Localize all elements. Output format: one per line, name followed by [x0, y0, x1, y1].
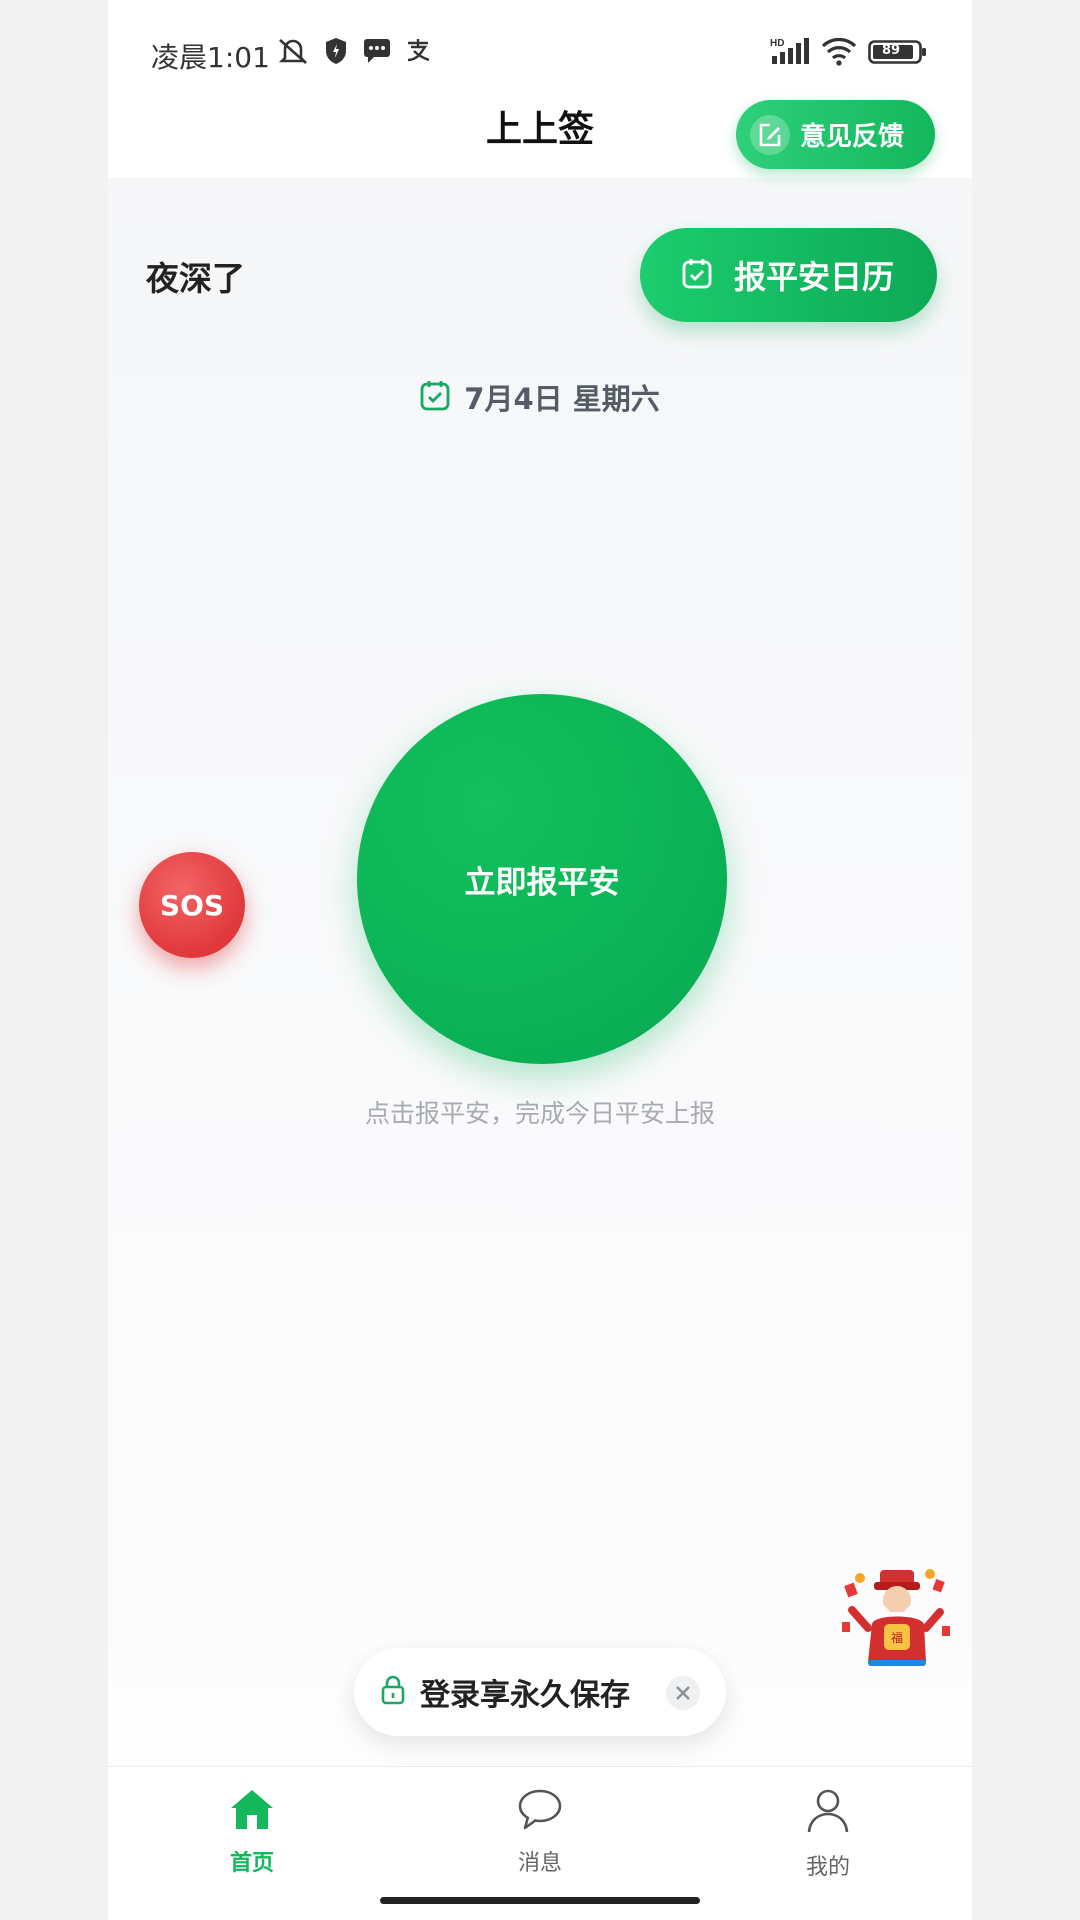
home-icon — [228, 1787, 276, 1835]
wifi-icon — [820, 36, 858, 70]
battery-level: 89 — [882, 43, 901, 58]
calendar-button-label: 报平安日历 — [734, 258, 895, 296]
tab-home[interactable]: 首页 — [182, 1787, 322, 1877]
edit-icon — [750, 114, 790, 155]
login-prompt-label: 登录享永久保存 — [420, 1678, 630, 1713]
greeting-text: 夜深了 — [146, 259, 245, 298]
alipay-icon — [404, 36, 432, 68]
home-indicator[interactable] — [380, 1897, 700, 1904]
battery-icon: 89 — [868, 40, 928, 68]
tab-profile[interactable]: 我的 — [758, 1787, 898, 1881]
login-prompt-toast[interactable]: 登录享永久保存 — [354, 1648, 726, 1736]
close-icon[interactable] — [666, 1676, 700, 1710]
calendar-check-icon — [682, 257, 712, 293]
chat-bubble-icon — [516, 1787, 564, 1835]
tab-messages-label: 消息 — [517, 1851, 562, 1876]
signal-icon: HD — [768, 36, 812, 70]
lock-icon — [380, 1675, 406, 1709]
report-safe-label: 立即报平安 — [464, 864, 620, 901]
message-icon — [362, 36, 392, 68]
report-safe-button[interactable]: 立即报平安 — [357, 694, 727, 1064]
calendar-icon — [420, 379, 450, 415]
report-hint: 点击报平安，完成今日平安上报 — [364, 1099, 715, 1128]
user-icon — [804, 1787, 852, 1839]
tab-profile-label: 我的 — [805, 1855, 850, 1880]
sos-label: SOS — [159, 888, 225, 922]
date-row: 7月4日 星期六 — [108, 376, 972, 418]
phone-screen: 凌晨1:01 HD 89 上上签 意见反馈 夜深了 报平安日历 7月4日 星期六… — [108, 0, 972, 1920]
tab-messages[interactable]: 消息 — [470, 1787, 610, 1877]
sos-button[interactable]: SOS — [139, 852, 245, 958]
mascot-image[interactable]: 福 — [838, 1566, 954, 1668]
mute-bell-icon — [276, 36, 310, 70]
feedback-button[interactable]: 意见反馈 — [736, 100, 935, 169]
svg-text:福: 福 — [891, 1630, 903, 1645]
feedback-label: 意见反馈 — [800, 122, 905, 152]
safety-calendar-button[interactable]: 报平安日历 — [640, 228, 937, 322]
app-header: 上上签 意见反馈 — [108, 70, 972, 178]
tab-home-label: 首页 — [229, 1851, 274, 1876]
shield-icon — [324, 36, 348, 70]
svg-text:HD: HD — [770, 38, 784, 49]
current-date: 7月4日 星期六 — [464, 382, 660, 416]
